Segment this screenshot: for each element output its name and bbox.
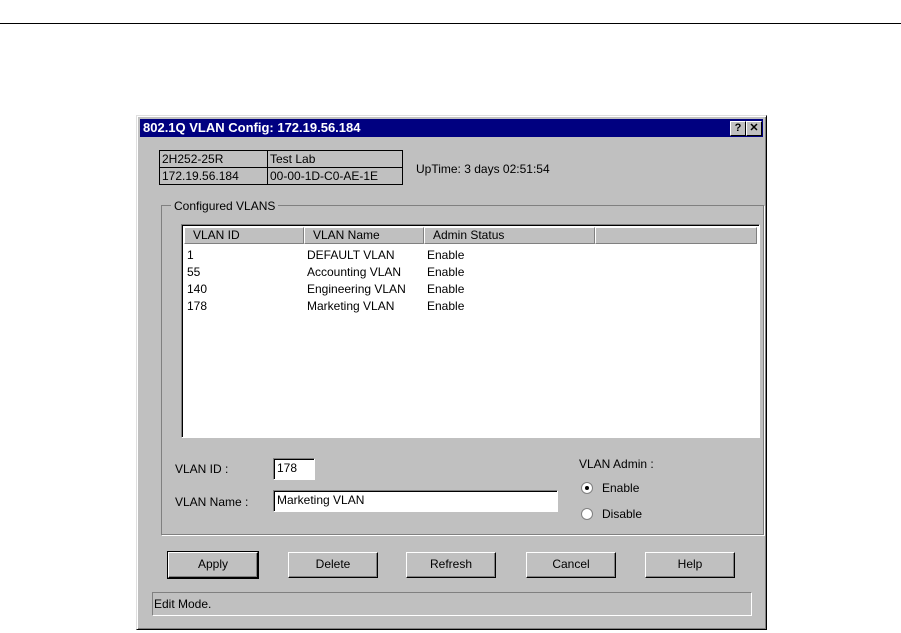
cell-status: Enable (427, 265, 465, 279)
cell-name: DEFAULT VLAN (307, 248, 395, 262)
cell-id: 1 (187, 248, 194, 262)
status-bar: Edit Mode. (152, 592, 752, 616)
apply-button[interactable]: Apply (167, 551, 259, 579)
cell-name: Marketing VLAN (307, 299, 395, 313)
group-label: Configured VLANS (171, 199, 279, 213)
radio-checked-icon (581, 482, 593, 494)
help-button[interactable]: Help (645, 552, 735, 578)
enable-label: Enable (602, 481, 640, 495)
vlan-list[interactable]: VLAN ID VLAN Name Admin Status 1 DEFAULT … (181, 224, 760, 438)
cancel-button[interactable]: Cancel (526, 552, 616, 578)
cell-id: 140 (187, 282, 208, 296)
vlan-id-label: VLAN ID : (175, 462, 229, 476)
uptime: UpTime: 3 days 02:51:54 (416, 162, 550, 176)
cell-name: Engineering VLAN (307, 282, 406, 296)
refresh-button[interactable]: Refresh (406, 552, 496, 578)
vlan-admin-label: VLAN Admin : (579, 457, 654, 471)
window-title: 802.1Q VLAN Config: 172.19.56.184 (143, 120, 361, 135)
vlan-config-dialog: 802.1Q VLAN Config: 172.19.56.184 ? ✕ 2H… (136, 115, 767, 630)
cell-status: Enable (427, 282, 465, 296)
close-icon[interactable]: ✕ (746, 121, 762, 136)
cell-id: 178 (187, 299, 208, 313)
cell-id: 55 (187, 265, 201, 279)
title-bar[interactable]: 802.1Q VLAN Config: 172.19.56.184 ? ✕ (140, 119, 763, 137)
column-header-vlan-name[interactable]: VLAN Name (304, 227, 424, 244)
radio-unchecked-icon (581, 508, 593, 520)
column-header-vlan-id[interactable]: VLAN ID (184, 227, 304, 244)
disable-label: Disable (602, 507, 643, 521)
cell-name: Accounting VLAN (307, 265, 402, 279)
page-rule (0, 23, 901, 24)
device-mac: 00-00-1D-C0-AE-1E (267, 167, 403, 185)
vlan-name-label: VLAN Name : (175, 495, 249, 509)
help-title-button[interactable]: ? (730, 121, 746, 136)
device-location: Test Lab (267, 150, 403, 168)
delete-button[interactable]: Delete (288, 552, 378, 578)
column-header-empty[interactable] (595, 227, 757, 244)
device-ip: 172.19.56.184 (159, 167, 268, 185)
cell-status: Enable (427, 248, 465, 262)
device-name: 2H252-25R (159, 150, 268, 168)
column-header-admin-status[interactable]: Admin Status (424, 227, 595, 244)
vlan-name-input[interactable]: Marketing VLAN (273, 490, 558, 512)
cell-status: Enable (427, 299, 465, 313)
vlan-id-input[interactable]: 178 (273, 458, 315, 480)
device-info-table: 2H252-25R Test Lab 172.19.56.184 00-00-1D-… (159, 150, 403, 185)
